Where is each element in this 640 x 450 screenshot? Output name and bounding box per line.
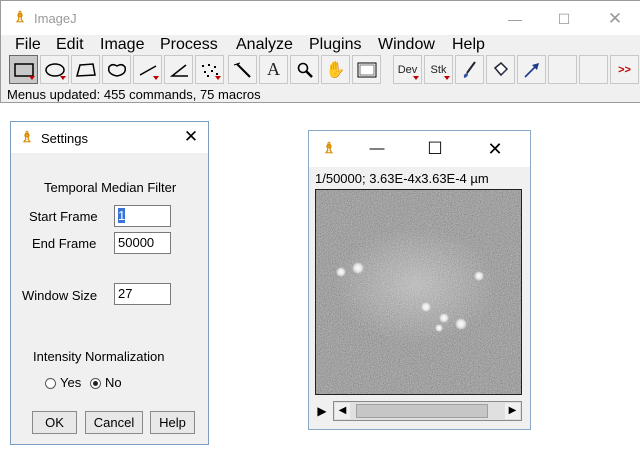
scroll-right-arrow-icon[interactable]: ▶ (505, 403, 520, 419)
end-frame-input[interactable]: 50000 (114, 232, 171, 254)
microscopy-image (316, 190, 521, 394)
dialog-title-bar[interactable]: ♗ Settings ✕ (11, 122, 208, 153)
magnifier-icon (297, 62, 313, 78)
help-button[interactable]: Help (150, 411, 195, 434)
imagej-main-window: ♗ ImageJ — ☐ ✕ File Edit Image Process A… (0, 0, 640, 103)
title-bar[interactable]: ♗ ImageJ — ☐ ✕ (1, 1, 640, 36)
text-tool[interactable]: A (259, 55, 288, 84)
no-radio[interactable] (90, 378, 101, 389)
dialog-title: Settings (41, 131, 88, 146)
settings-dialog: ♗ Settings ✕ Temporal Median Filter Star… (10, 121, 209, 445)
wand-tool[interactable] (228, 55, 257, 84)
maximize-button[interactable]: ☐ (544, 4, 584, 34)
filter-heading: Temporal Median Filter (44, 180, 177, 195)
status-bar: Menus updated: 455 commands, 75 macros (7, 87, 261, 102)
intensity-normalization-label: Intensity Normalization (33, 349, 165, 364)
dialog-close-button[interactable]: ✕ (177, 124, 205, 150)
line-tool[interactable] (133, 55, 162, 84)
menu-window[interactable]: Window (378, 35, 435, 55)
image-canvas[interactable] (315, 189, 522, 395)
no-radio-label[interactable]: No (105, 375, 122, 390)
minimize-button[interactable]: — (357, 134, 397, 164)
play-animation-icon[interactable]: ▶ (315, 402, 329, 420)
start-frame-value: 1 (118, 208, 126, 223)
polygon-tool[interactable] (71, 55, 100, 84)
rectangle-tool[interactable] (9, 55, 38, 84)
angle-icon (169, 63, 188, 77)
brush-icon (463, 60, 476, 78)
minimize-button[interactable]: — (495, 4, 535, 34)
frame-scrollbar[interactable]: ◀ ▶ (333, 401, 522, 421)
yes-radio-label[interactable]: Yes (60, 375, 81, 390)
more-tools-label: >> (618, 63, 631, 76)
paint-bucket-icon (493, 61, 508, 76)
menu-edit[interactable]: Edit (56, 35, 84, 55)
arrow-tool[interactable] (517, 55, 546, 84)
wand-icon (233, 62, 251, 78)
image-window: ♗ — ☐ ✕ 1/50000; 3.63E-4x3.63E-4 µm ▶ ◀ … (308, 130, 531, 430)
brush-tool[interactable] (455, 55, 484, 84)
start-frame-label: Start Frame (29, 209, 98, 224)
dev-label: Dev (397, 63, 418, 76)
toolbar: A ✋ Dev Stk >> (1, 55, 640, 86)
menu-file[interactable]: File (15, 35, 41, 55)
hand-icon: ✋ (325, 61, 346, 79)
text-tool-icon: A (267, 59, 280, 79)
ok-button[interactable]: OK (32, 411, 77, 434)
stk-menu-tool[interactable]: Stk (424, 55, 453, 84)
maximize-button[interactable]: ☐ (415, 134, 455, 164)
empty-tool-slot-1[interactable] (548, 55, 577, 84)
multipoint-tool[interactable] (195, 55, 224, 84)
empty-tool-slot-2[interactable] (579, 55, 608, 84)
end-frame-label: End Frame (32, 236, 97, 251)
flood-fill-tool[interactable] (486, 55, 515, 84)
menu-plugins[interactable]: Plugins (309, 35, 361, 55)
imagej-microscope-icon: ♗ (322, 140, 336, 157)
dev-menu-tool[interactable]: Dev (393, 55, 422, 84)
freehand-icon (107, 63, 126, 77)
imagej-microscope-icon: ♗ (20, 129, 34, 146)
oval-tool[interactable] (40, 55, 69, 84)
window-size-label: Window Size (22, 288, 98, 303)
close-button[interactable]: ✕ (595, 4, 635, 34)
polygon-icon (75, 62, 96, 77)
scroll-left-arrow-icon[interactable]: ◀ (335, 403, 350, 419)
color-picker-tool[interactable] (352, 55, 381, 84)
close-button[interactable]: ✕ (475, 134, 515, 164)
window-size-input[interactable]: 27 (114, 283, 171, 305)
color-picker-icon (357, 62, 376, 77)
angle-tool[interactable] (164, 55, 193, 84)
arrow-icon (523, 62, 539, 78)
menu-image[interactable]: Image (100, 35, 144, 55)
image-title-bar[interactable]: ♗ — ☐ ✕ (309, 131, 530, 167)
zoom-tool[interactable] (290, 55, 319, 84)
freehand-tool[interactable] (102, 55, 131, 84)
window-title: ImageJ (34, 11, 77, 26)
imagej-microscope-icon: ♗ (13, 9, 27, 26)
menu-process[interactable]: Process (160, 35, 218, 55)
more-tools-button[interactable]: >> (610, 55, 639, 84)
stack-slider-row: ▶ ◀ ▶ (315, 401, 522, 421)
start-frame-input[interactable]: 1 (114, 205, 171, 227)
scrollbar-thumb[interactable] (356, 404, 488, 418)
stk-label: Stk (430, 63, 447, 76)
yes-radio[interactable] (45, 378, 56, 389)
menu-help[interactable]: Help (452, 35, 485, 55)
scroll-tool[interactable]: ✋ (321, 55, 350, 84)
menu-analyze[interactable]: Analyze (236, 35, 293, 55)
menu-bar: File Edit Image Process Analyze Plugins … (1, 35, 640, 55)
cancel-button[interactable]: Cancel (85, 411, 143, 434)
image-info-bar: 1/50000; 3.63E-4x3.63E-4 µm (315, 171, 489, 186)
